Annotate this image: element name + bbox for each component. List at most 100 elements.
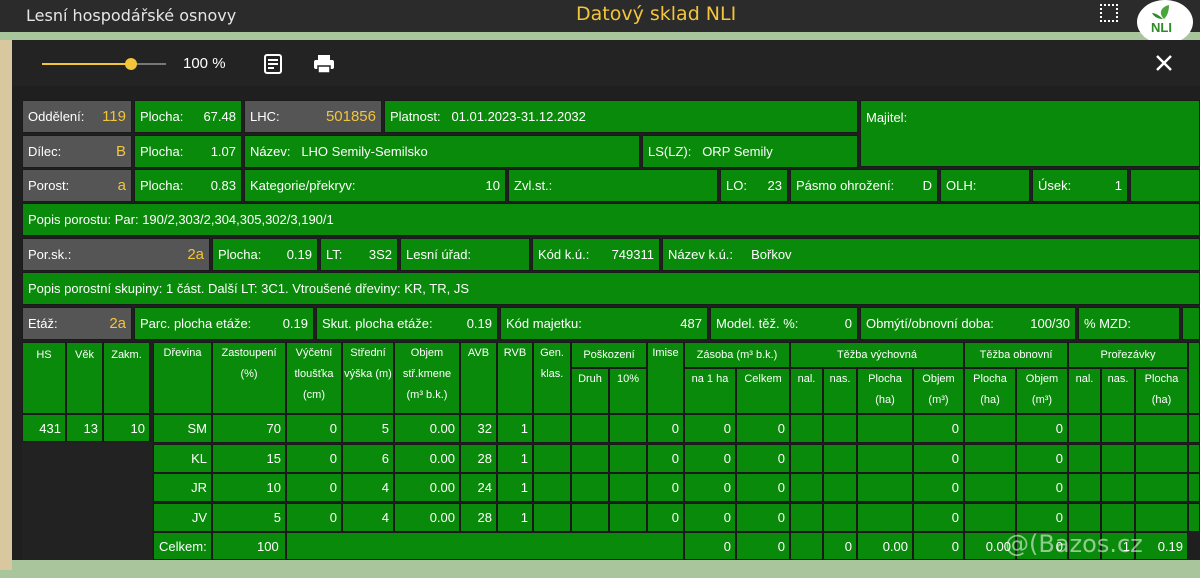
cell-gen	[533, 473, 571, 502]
cell-rvb: 1	[497, 473, 533, 502]
cell-na1ha: 0	[684, 414, 736, 443]
cell-druh	[571, 502, 609, 532]
value: 1.07	[210, 144, 236, 159]
cell-plocha-p	[1135, 473, 1188, 502]
col-header-poskozeni: Poškození	[571, 342, 647, 368]
mzd-field: % MZD:	[1078, 307, 1180, 340]
label: Plocha:	[140, 178, 184, 193]
col-header-stredni: Střední výška (m)	[342, 342, 394, 414]
total-na1ha: 0	[684, 532, 736, 560]
value: Bořkov	[751, 247, 792, 262]
cell-more	[1188, 414, 1200, 443]
close-icon[interactable]	[1155, 54, 1173, 72]
cell-pct10	[609, 414, 647, 443]
empty-area	[22, 442, 152, 560]
document-icon[interactable]	[263, 54, 283, 74]
cell-hs: 431	[22, 414, 66, 442]
cell-objem3: 0	[913, 443, 964, 473]
col-header-zakm: Zakm.	[103, 342, 150, 414]
col-header-zasoba: Zásoba (m³ b.k.)	[684, 342, 790, 368]
col-header-zastoupeni: Zastoupení (%)	[212, 342, 286, 414]
cell-nas	[823, 502, 857, 532]
col-header-drevina: Dřevina	[153, 342, 212, 414]
value: 67.48	[203, 109, 236, 124]
cell-nal	[790, 414, 823, 443]
cell-imise: 0	[647, 473, 684, 502]
cell-nal2	[1068, 443, 1101, 473]
label: Zvl.st.:	[514, 178, 553, 193]
cell-vek: 13	[66, 414, 103, 442]
value: 01.01.2023-31.12.2032	[451, 109, 586, 124]
value: 3S2	[368, 247, 392, 262]
cell-gen	[533, 502, 571, 532]
cell-nas	[823, 443, 857, 473]
cell-plocha-o	[964, 443, 1016, 473]
col-header-objem: Objem stř.kmene (m³ b.k.)	[394, 342, 460, 414]
cell-vycetni: 0	[286, 443, 342, 473]
zoom-label: 100 %	[183, 55, 226, 72]
col-header-objem3: Objem (m³)	[913, 368, 964, 414]
cell-zastoupeni: 15	[212, 443, 286, 473]
zvlst-field: Zvl.st.:	[508, 169, 718, 202]
col-header-imise: Imise	[647, 342, 684, 414]
cell-drevina: JR	[153, 473, 212, 502]
cell-objem-o: 0	[1016, 414, 1068, 443]
popis-porostu-field: Popis porostu: Par: 190/2,303/2,304,305,…	[22, 203, 1200, 236]
col-header-tezba-vychovna: Těžba výchovná	[790, 342, 964, 368]
label: Plocha:	[218, 247, 262, 262]
print-icon[interactable]	[313, 54, 335, 74]
label: LT:	[326, 247, 343, 262]
lt-field: LT: 3S2	[320, 238, 398, 271]
value: LHO Semily-Semilsko	[301, 144, 428, 159]
lo-field: LO: 23	[720, 169, 788, 202]
cell-objem-o: 0	[1016, 502, 1068, 532]
total-label: Celkem:	[153, 532, 212, 560]
kategorie-field: Kategorie/překryv: 10	[244, 169, 506, 202]
cell-gen	[533, 443, 571, 473]
col-header-vycetni: Výčetní tloušťka (cm)	[286, 342, 342, 414]
label: Plocha:	[140, 144, 184, 159]
col-header-vek: Věk	[66, 342, 103, 414]
cell-zastoupeni: 5	[212, 502, 286, 532]
cell-nas2	[1101, 414, 1135, 443]
value: 119	[102, 108, 126, 125]
label: Oddělení:	[28, 109, 85, 124]
obmyti-field: Obmýtí/obnovní doba: 100/30	[860, 307, 1076, 340]
cell-avb: 28	[460, 443, 497, 473]
cell-zastoupeni: 10	[212, 473, 286, 502]
fullscreen-icon[interactable]	[1100, 4, 1118, 22]
cell-drevina: JV	[153, 502, 212, 532]
zoom-slider-thumb[interactable]	[125, 58, 137, 70]
col-header-na1ha: na 1 ha	[684, 368, 736, 414]
value: 0.19	[282, 316, 308, 331]
nli-logo[interactable]: NLI	[1137, 0, 1193, 44]
label: Obmýtí/obnovní doba:	[866, 316, 994, 331]
label: Majitel:	[866, 110, 908, 125]
center-title: Datový sklad NLI	[576, 3, 737, 25]
label: LS(LZ):	[648, 144, 692, 159]
cell-drevina: SM	[153, 414, 212, 443]
cell-plocha-o	[964, 414, 1016, 443]
col-header-10pct: 10%	[609, 368, 647, 414]
cell-more	[1188, 443, 1200, 473]
cell-nal	[790, 473, 823, 502]
cell-vycetni: 0	[286, 473, 342, 502]
watermark: @(Bazos.cz	[1005, 530, 1143, 558]
cell-druh	[571, 473, 609, 502]
col-header-nas: nas.	[823, 368, 857, 414]
cell-plocha-p	[1135, 414, 1188, 443]
value: D	[922, 178, 932, 193]
cell-gen	[533, 414, 571, 443]
value: 0.19	[286, 247, 312, 262]
cell-nal2	[1068, 502, 1101, 532]
value: 0.83	[210, 178, 236, 193]
majitel-field: Majitel:	[860, 100, 1200, 167]
col-header-avb: AVB	[460, 342, 497, 414]
cell-nal2	[1068, 473, 1101, 502]
cell-celkem: 0	[736, 473, 790, 502]
cell-objem3: 0	[913, 473, 964, 502]
popis-skupiny-field: Popis porostní skupiny: 1 část. Další LT…	[22, 272, 1200, 305]
etaz-field: Etáž: 2a	[22, 307, 132, 340]
total-nal	[790, 532, 823, 560]
label: Porost:	[28, 178, 70, 193]
